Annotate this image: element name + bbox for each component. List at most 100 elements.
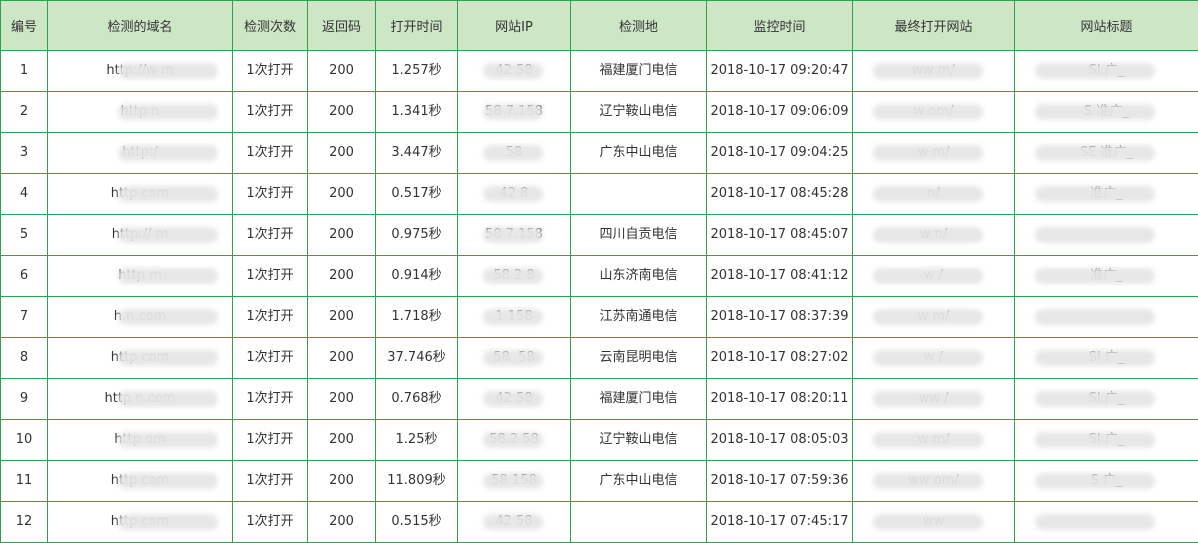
cell-open-time-text: 1.25秒 xyxy=(376,420,457,460)
cell-ip: 58 7.158 xyxy=(458,92,571,133)
cell-domain-text: http://w m xyxy=(48,51,232,91)
cell-id: 10 xyxy=(1,420,48,461)
cell-id: 11 xyxy=(1,461,48,502)
table-body: 1http://w m1次打开2001.257秒42 58福建厦门电信2018-… xyxy=(1,51,1198,543)
cell-id-text: 1 xyxy=(1,51,47,91)
cell-open-time-text: 37.746秒 xyxy=(376,338,457,378)
cell-domain-text: http:// m xyxy=(48,215,232,255)
cell-ip-text: 42 58 xyxy=(458,502,570,542)
cell-count: 1次打开 xyxy=(233,338,308,379)
cell-location-text xyxy=(571,174,706,214)
cell-title-text: 准广_ xyxy=(1015,174,1198,214)
cell-count-text: 1次打开 xyxy=(233,379,307,419)
cell-count: 1次打开 xyxy=(233,174,308,215)
redaction-blur xyxy=(483,473,543,489)
header-code: 返回码 xyxy=(308,1,376,51)
redaction-blur xyxy=(1035,104,1155,120)
redaction-blur xyxy=(483,63,543,79)
redaction-blur xyxy=(118,391,218,407)
redaction-blur xyxy=(483,104,543,120)
cell-ip-text: 1 158 xyxy=(458,297,570,337)
cell-location xyxy=(571,174,707,215)
cell-code-text: 200 xyxy=(308,502,375,542)
redaction-blur xyxy=(1035,514,1155,530)
redaction-blur xyxy=(873,432,983,448)
cell-title-text: 准广_ xyxy=(1015,256,1198,296)
cell-ip: 58.2 58 xyxy=(458,420,571,461)
cell-ip: 42 58 xyxy=(458,502,571,543)
cell-code: 200 xyxy=(308,215,376,256)
cell-domain-text: h n.com xyxy=(48,297,232,337)
redaction-blur xyxy=(1035,227,1155,243)
cell-monitor-time: 2018-10-17 08:37:39 xyxy=(707,297,853,338)
cell-count-text: 1次打开 xyxy=(233,215,307,255)
cell-count: 1次打开 xyxy=(233,133,308,174)
table-row: 4http com1次打开2000.517秒42 82018-10-17 08:… xyxy=(1,174,1198,215)
cell-domain-text: http n xyxy=(48,92,232,132)
header-id: 编号 xyxy=(1,1,48,51)
cell-code-text: 200 xyxy=(308,174,375,214)
cell-open-time: 0.768秒 xyxy=(376,379,458,420)
cell-ip-text: 42 58 xyxy=(458,51,570,91)
cell-code-text: 200 xyxy=(308,92,375,132)
cell-domain: http m xyxy=(48,256,233,297)
cell-ip: 58. 58 xyxy=(458,338,571,379)
cell-final-site-text: ww xyxy=(853,502,1014,542)
cell-count: 1次打开 xyxy=(233,502,308,543)
cell-final-site: ww om/ xyxy=(853,461,1015,502)
cell-id: 9 xyxy=(1,379,48,420)
cell-id: 4 xyxy=(1,174,48,215)
cell-id-text: 9 xyxy=(1,379,47,419)
cell-code: 200 xyxy=(308,379,376,420)
cell-count-text: 1次打开 xyxy=(233,256,307,296)
cell-code-text: 200 xyxy=(308,338,375,378)
monitor-results-table: 编号 检测的域名 检测次数 返回码 打开时间 网站IP 检测地 监控时间 最终打… xyxy=(0,0,1198,543)
cell-final-site: ww / xyxy=(853,379,1015,420)
cell-title xyxy=(1015,502,1198,543)
redaction-blur xyxy=(118,268,218,284)
cell-ip: 42 8 xyxy=(458,174,571,215)
redaction-blur xyxy=(873,268,983,284)
cell-monitor-time: 2018-10-17 09:06:09 xyxy=(707,92,853,133)
cell-final-site: w m/ xyxy=(853,297,1015,338)
cell-domain-text: http com xyxy=(48,502,232,542)
cell-location-text: 云南昆明电信 xyxy=(571,338,706,378)
redaction-blur xyxy=(483,350,543,366)
table-row: 10http om1次打开2001.25秒58.2 58辽宁鞍山电信2018-1… xyxy=(1,420,1198,461)
cell-code-text: 200 xyxy=(308,297,375,337)
redaction-blur xyxy=(118,473,218,489)
redaction-blur xyxy=(1035,186,1155,202)
table-row: 6http m1次打开2000.914秒58.2 8山东济南电信2018-10-… xyxy=(1,256,1198,297)
redaction-blur xyxy=(118,432,218,448)
redaction-blur xyxy=(483,268,543,284)
cell-open-time-text: 1.341秒 xyxy=(376,92,457,132)
cell-monitor-time: 2018-10-17 08:41:12 xyxy=(707,256,853,297)
cell-ip-text: 58. 58 xyxy=(458,338,570,378)
cell-monitor-time-text: 2018-10-17 08:45:07 xyxy=(707,215,852,255)
cell-open-time-text: 1.257秒 xyxy=(376,51,457,91)
cell-id-text: 6 xyxy=(1,256,47,296)
cell-title-text: S 广_ xyxy=(1015,461,1198,501)
cell-open-time-text: 11.809秒 xyxy=(376,461,457,501)
cell-open-time-text: 1.718秒 xyxy=(376,297,457,337)
cell-domain: h n.com xyxy=(48,297,233,338)
cell-location: 四川自贡电信 xyxy=(571,215,707,256)
redaction-blur xyxy=(1035,391,1155,407)
cell-count: 1次打开 xyxy=(233,256,308,297)
cell-id: 1 xyxy=(1,51,48,92)
cell-id-text: 2 xyxy=(1,92,47,132)
header-title: 网站标题 xyxy=(1015,1,1198,51)
header-domain: 检测的域名 xyxy=(48,1,233,51)
cell-location xyxy=(571,502,707,543)
cell-code: 200 xyxy=(308,461,376,502)
cell-open-time-text: 0.517秒 xyxy=(376,174,457,214)
cell-monitor-time-text: 2018-10-17 08:37:39 xyxy=(707,297,852,337)
cell-code-text: 200 xyxy=(308,420,375,460)
cell-final-site-text: n/ xyxy=(853,174,1014,214)
cell-title xyxy=(1015,215,1198,256)
cell-ip-text: 58.2 8 xyxy=(458,256,570,296)
cell-title: SE 准广_ xyxy=(1015,133,1198,174)
redaction-blur xyxy=(118,63,218,79)
cell-open-time: 0.914秒 xyxy=(376,256,458,297)
redaction-blur xyxy=(873,309,983,325)
